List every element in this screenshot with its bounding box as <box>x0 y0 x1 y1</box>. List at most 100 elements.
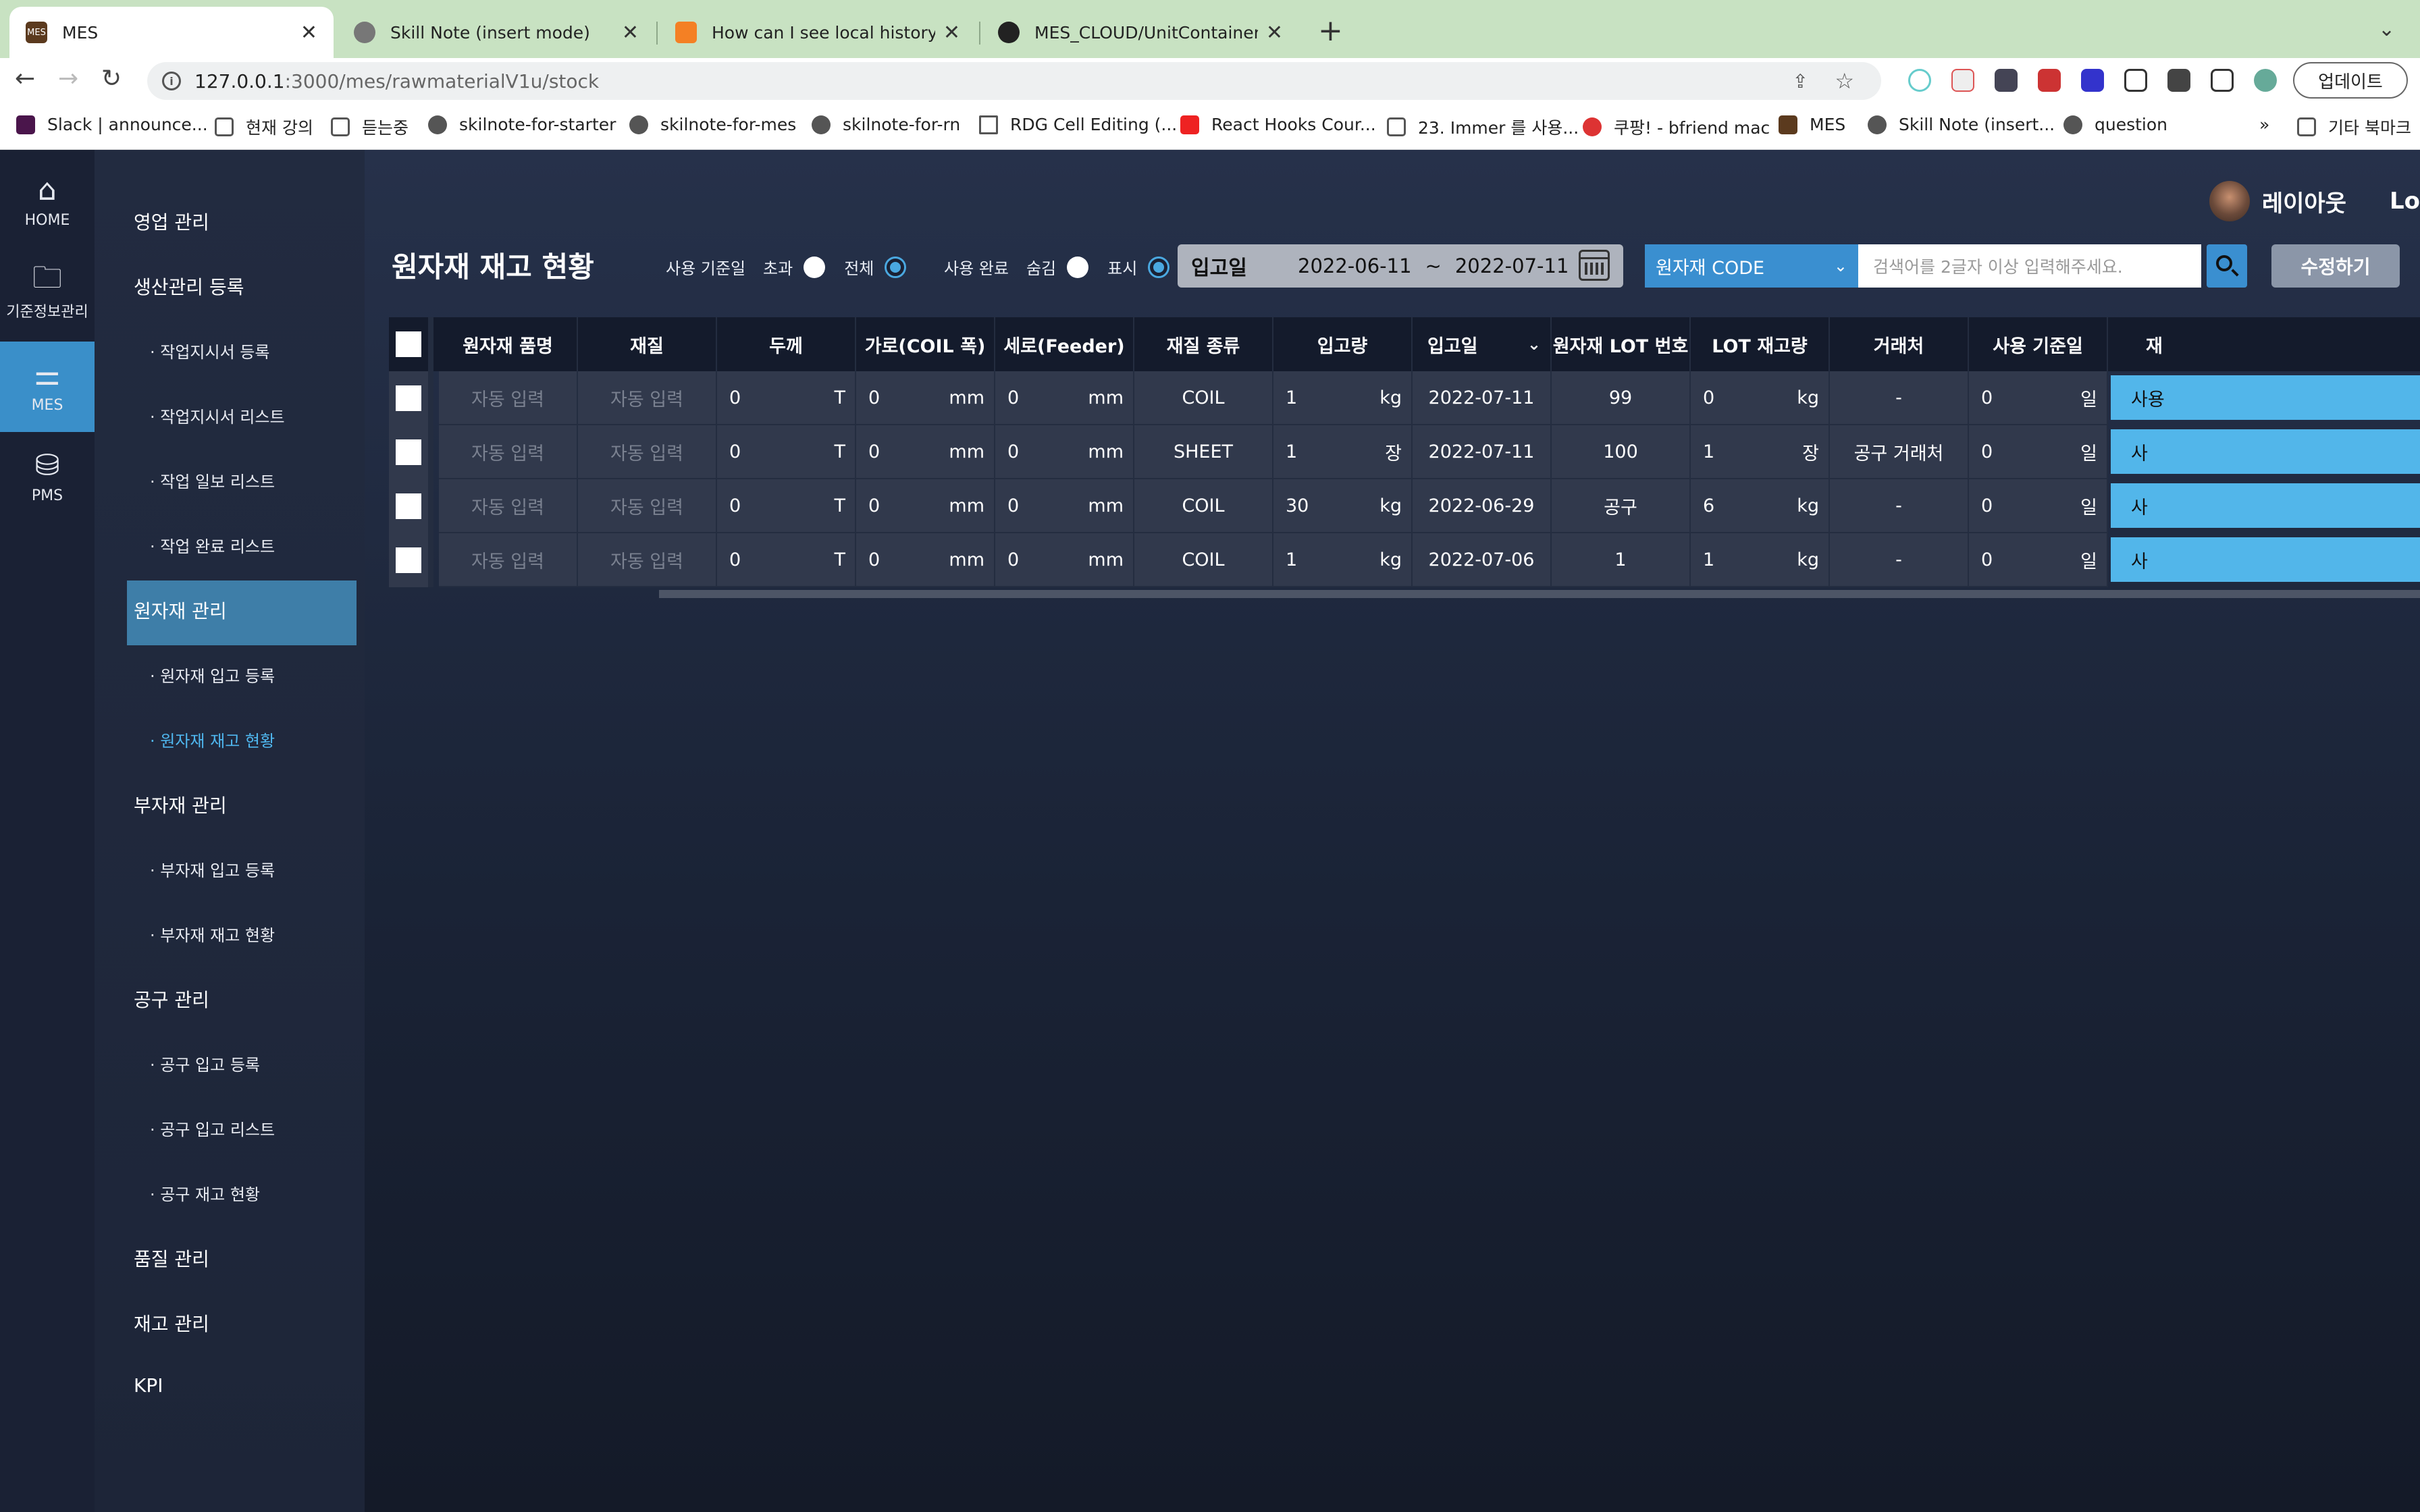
cell-in-date[interactable]: 2022-07-06 <box>1413 533 1552 587</box>
cell-client[interactable]: - <box>1830 479 1969 533</box>
menu-sub-material-register[interactable]: · 부자재 입고 등록 <box>150 857 275 881</box>
search-input[interactable]: 검색어를 2글자 이상 입력해주세요. <box>1858 244 2201 288</box>
bookmark-item[interactable]: skilnote-for-mes <box>629 115 796 134</box>
menu-raw-material[interactable]: 원자재 관리 <box>134 597 227 624</box>
cell-lot[interactable]: 1 <box>1552 533 1691 587</box>
tab-skill-note[interactable]: Skill Note (insert mode) ✕ <box>338 7 655 58</box>
header-length[interactable]: 세로(Feeder) <box>995 317 1134 371</box>
close-icon[interactable]: ✕ <box>622 21 639 45</box>
cell-thickness[interactable]: 0T <box>717 425 856 479</box>
cell-in-qty[interactable]: 1장 <box>1273 425 1413 479</box>
menu-work-complete-list[interactable]: · 작업 완료 리스트 <box>150 533 275 557</box>
menu-sales[interactable]: 영업 관리 <box>134 208 209 235</box>
table-row[interactable]: 자동 입력 자동 입력 0 T 0 mm 0 mm COIL 30 kg 2022-06-29 공구 6 k… <box>389 479 2420 533</box>
cell-lot-qty[interactable]: 1장 <box>1691 425 1830 479</box>
menu-tool-list[interactable]: · 공구 입고 리스트 <box>150 1116 275 1140</box>
bookmark-item[interactable]: MES <box>1779 115 1845 134</box>
table-row[interactable]: 자동 입력 자동 입력 0 T 0 mm 0 mm COIL 1 kg 2022-07-06 1 1 kg -… <box>389 533 2420 587</box>
header-in-qty[interactable]: 입고량 <box>1273 317 1413 371</box>
extension-video-icon[interactable] <box>2081 69 2104 92</box>
bookmark-item[interactable]: 쿠팡! - bfriend mac <box>1583 115 1770 139</box>
date-range-picker[interactable]: 입고일 2022-06-11 ~ 2022-07-11 <box>1178 244 1623 288</box>
use-button[interactable]: 사 <box>2111 429 2420 474</box>
bookmark-item[interactable]: Skill Note (insert... <box>1868 115 2055 134</box>
tab-stackoverflow[interactable]: How can I see local history cha ✕ <box>659 7 976 58</box>
cell-length[interactable]: 0 mm <box>995 371 1134 425</box>
header-lot[interactable]: 원자재 LOT 번호 <box>1552 317 1691 371</box>
cell-lot-qty[interactable]: 0 kg <box>1691 371 1830 425</box>
use-button[interactable]: 사 <box>2111 537 2420 582</box>
cell-length[interactable]: 0 mm <box>995 425 1134 479</box>
menu-inventory[interactable]: 재고 관리 <box>134 1310 209 1336</box>
user-name[interactable]: 레이아웃 <box>2262 185 2346 218</box>
menu-sub-material[interactable]: 부자재 관리 <box>134 791 227 818</box>
date-to[interactable]: 2022-07-11 <box>1455 254 1569 277</box>
cell-material[interactable]: 자동 입력 <box>578 479 717 533</box>
radio-show[interactable] <box>1148 256 1170 278</box>
puzzle-icon[interactable] <box>2167 69 2190 92</box>
bookmarks-more-button[interactable]: » <box>2259 115 2269 134</box>
cell-in-date[interactable]: 2022-07-11 <box>1413 425 1552 479</box>
calendar-icon[interactable] <box>1579 250 1610 281</box>
cell-material-kind[interactable]: COIL <box>1134 479 1273 533</box>
cell-lot-qty[interactable]: 6 kg <box>1691 479 1830 533</box>
cell-thickness[interactable]: 0T <box>717 533 856 587</box>
header-lot-qty[interactable]: LOT 재고량 <box>1691 317 1830 371</box>
close-icon[interactable]: ✕ <box>1266 21 1283 45</box>
cell-length[interactable]: 0 mm <box>995 479 1134 533</box>
reload-icon[interactable]: ↻ <box>101 65 122 92</box>
radio-hide[interactable] <box>1067 256 1089 278</box>
close-icon[interactable]: ✕ <box>943 21 960 45</box>
bookmark-item[interactable]: RDG Cell Editing (... <box>979 115 1177 134</box>
cell-material[interactable]: 자동 입력 <box>578 371 717 425</box>
menu-daily-report-list[interactable]: · 작업 일보 리스트 <box>150 468 275 492</box>
menu-raw-material-stock[interactable]: · 원자재 재고 현황 <box>150 728 275 751</box>
extension-refresh-icon[interactable] <box>1908 69 1931 92</box>
cell-thickness[interactable]: 0T <box>717 371 856 425</box>
cell-width[interactable]: 0 mm <box>856 371 995 425</box>
bookmark-item[interactable]: skilnote-for-starter <box>428 115 616 134</box>
cell-name[interactable]: 자동 입력 <box>439 479 578 533</box>
cell-material-kind[interactable]: SHEET <box>1134 425 1273 479</box>
menu-work-order-register[interactable]: · 작업지시서 등록 <box>150 339 269 362</box>
bookmark-item[interactable]: Slack | announce... <box>16 115 208 134</box>
tab-github[interactable]: MES_CLOUD/UnitContainer.tsx ✕ <box>982 7 1299 58</box>
header-usage-days[interactable]: 사용 기준일 <box>1969 317 2108 371</box>
cell-lot[interactable]: 공구 <box>1552 479 1691 533</box>
nav-base-info[interactable]: 🗀 기준정보관리 <box>0 247 95 338</box>
bookmark-star-icon[interactable]: ☆ <box>1835 68 1854 94</box>
menu-kpi[interactable]: KPI <box>134 1374 163 1397</box>
date-from[interactable]: 2022-06-11 <box>1298 254 1412 277</box>
cell-client[interactable]: 공구 거래처 <box>1830 425 1969 479</box>
back-arrow-icon[interactable]: ← <box>15 65 35 92</box>
cell-material-kind[interactable]: COIL <box>1134 533 1273 587</box>
use-button[interactable]: 사용 <box>2111 375 2420 420</box>
chevron-down-icon[interactable]: ⌄ <box>1527 335 1541 354</box>
cell-client[interactable]: - <box>1830 371 1969 425</box>
use-button[interactable]: 사 <box>2111 483 2420 528</box>
header-name[interactable]: 원자재 품명 <box>439 317 578 371</box>
cell-material[interactable]: 자동 입력 <box>578 533 717 587</box>
cell-name[interactable]: 자동 입력 <box>439 371 578 425</box>
header-client[interactable]: 거래처 <box>1830 317 1969 371</box>
extension-calendar-icon[interactable] <box>1951 69 1974 92</box>
cell-lot[interactable]: 100 <box>1552 425 1691 479</box>
cell-in-date[interactable]: 2022-06-29 <box>1413 479 1552 533</box>
row-checkbox[interactable] <box>389 479 433 533</box>
horizontal-scrollbar[interactable] <box>659 590 2420 598</box>
update-button[interactable]: 업데이트 <box>2293 62 2408 99</box>
bookmark-item[interactable]: React Hooks Cour... <box>1180 115 1376 134</box>
menu-sub-material-stock[interactable]: · 부자재 재고 현황 <box>150 922 275 946</box>
menu-tool-register[interactable]: · 공구 입고 등록 <box>150 1052 260 1075</box>
cell-usage-days[interactable]: 0일 <box>1969 479 2108 533</box>
cell-lot[interactable]: 99 <box>1552 371 1691 425</box>
header-material[interactable]: 재질 <box>578 317 717 371</box>
chevron-down-icon[interactable]: ⌄ <box>2378 18 2395 41</box>
row-checkbox[interactable] <box>389 371 433 425</box>
menu-quality[interactable]: 품질 관리 <box>134 1245 209 1272</box>
cell-name[interactable]: 자동 입력 <box>439 425 578 479</box>
cell-width[interactable]: 0 mm <box>856 479 995 533</box>
menu-raw-material-register[interactable]: · 원자재 입고 등록 <box>150 663 275 686</box>
cell-usage-days[interactable]: 0일 <box>1969 425 2108 479</box>
nav-home[interactable]: ⌂ HOME <box>0 157 95 247</box>
